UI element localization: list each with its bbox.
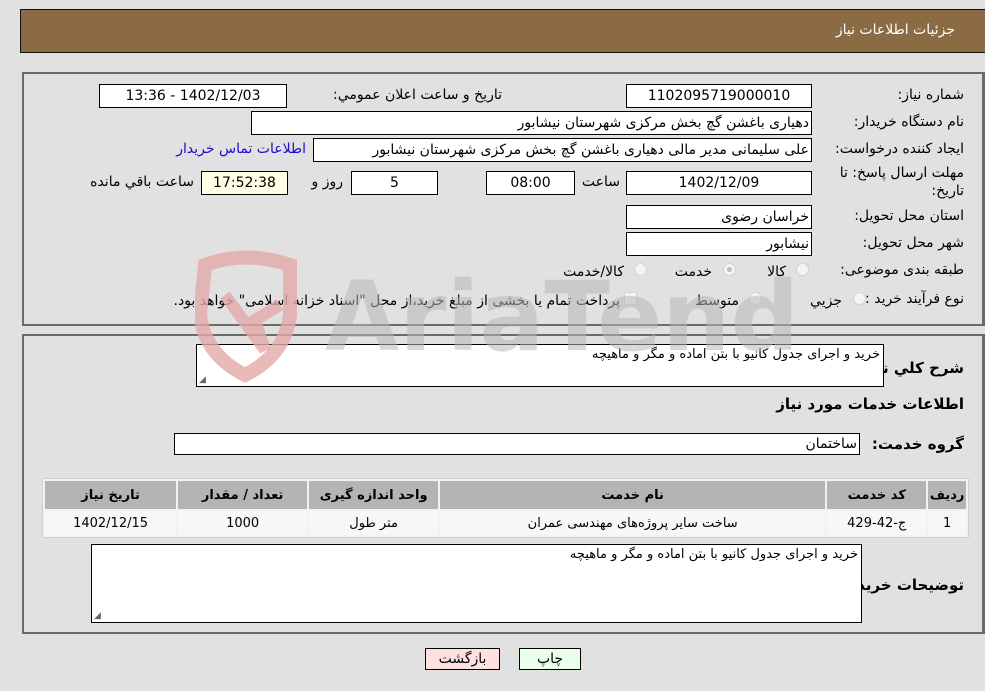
process-option-minor: جزيي <box>810 293 842 309</box>
need-info-panel: شماره نیاز: 1102095719000010 تاريخ و ساع… <box>22 72 985 326</box>
back-button[interactable]: بازگشت <box>425 648 500 670</box>
remaining-time-label: ساعت باقي مانده <box>90 174 194 190</box>
days-label: روز و <box>311 174 344 190</box>
col-header-quantity: تعداد / مقدار <box>178 481 308 509</box>
buyer-org-label: نام دستگاه خریدار: <box>853 114 964 130</box>
cell-service-code: ج-42-429 <box>827 511 927 535</box>
process-label: نوع فرآیند خرید : <box>865 291 964 307</box>
need-number-label: شماره نیاز: <box>897 87 965 103</box>
buyer-contact-link[interactable]: اطلاعات تماس خریدار <box>176 141 306 157</box>
service-group-field[interactable]: ساختمان <box>174 433 860 455</box>
deadline-time-field[interactable]: 08:00 <box>486 171 575 195</box>
deadline-time-label: ساعت <box>581 174 620 190</box>
buyer-notes-text: خرید و اجرای جدول کانیو با بتن اماده و م… <box>569 547 858 562</box>
col-header-date: تاریخ نیاز <box>45 481 177 509</box>
province-field[interactable]: خراسان رضوی <box>626 205 812 229</box>
col-header-name: نام خدمت <box>440 481 826 509</box>
province-label: استان محل تحویل: <box>854 208 964 224</box>
col-header-code: کد خدمت <box>827 481 927 509</box>
table-row: 1 ج-42-429 ساخت سایر پروژه‌های مهندسی عم… <box>45 511 966 535</box>
description-textarea[interactable]: خرید و اجرای جدول کانیو با بتن اماده و م… <box>196 344 884 387</box>
city-label: شهر محل تحویل: <box>862 235 964 251</box>
buyer-notes-textarea[interactable]: خرید و اجرای جدول کانیو با بتن اماده و م… <box>91 544 862 623</box>
services-table-header: ردیف کد خدمت نام خدمت واحد اندازه گیری ت… <box>45 481 966 509</box>
process-radio-medium[interactable] <box>749 292 762 305</box>
need-number-field[interactable]: 1102095719000010 <box>626 84 812 108</box>
print-button[interactable]: چاپ <box>519 648 581 670</box>
process-radio-minor[interactable] <box>853 292 866 305</box>
category-option-goods: کالا <box>767 264 786 280</box>
cell-need-date: 1402/12/15 <box>45 511 177 535</box>
need-details-panel: شرح كلي نياز: خرید و اجرای جدول کانیو با… <box>22 334 985 634</box>
cell-row-number: 1 <box>928 511 966 535</box>
cell-quantity: 1000 <box>178 511 308 535</box>
col-header-row: ردیف <box>928 481 966 509</box>
col-header-unit: واحد اندازه گیری <box>309 481 439 509</box>
description-text: خرید و اجرای جدول کانیو با بتن اماده و م… <box>591 347 880 362</box>
services-heading: اطلاعات خدمات مورد نیاز <box>776 395 964 413</box>
cell-service-name: ساخت سایر پروژه‌های مهندسی عمران <box>440 511 826 535</box>
category-label: طبقه بندی موضوعی: <box>840 262 964 278</box>
remaining-time-field[interactable]: 17:52:38 <box>201 171 288 195</box>
deadline-date-field[interactable]: 1402/12/09 <box>626 171 812 195</box>
creator-label: ایجاد کننده درخواست: <box>835 141 964 157</box>
category-option-goods-service: کالا/خدمت <box>563 264 624 280</box>
process-option-medium: متوسط <box>695 293 739 309</box>
cell-unit: متر طول <box>309 511 439 535</box>
announce-label: تاريخ و ساعت اعلان عمومي: <box>333 87 502 103</box>
page-title: جزئیات اطلاعات نیاز <box>835 22 955 38</box>
buyer-org-field[interactable]: دهیاری باغشن گچ بخش مرکزی شهرستان نیشابو… <box>251 111 812 135</box>
page-header: جزئیات اطلاعات نیاز <box>20 9 985 53</box>
category-radio-goods-service[interactable] <box>634 263 647 276</box>
deadline-label-line2: تاریخ: <box>931 183 964 199</box>
deadline-label-line1: مهلت ارسال پاسخ: تا <box>839 165 964 181</box>
city-field[interactable]: نیشابور <box>626 232 812 256</box>
category-option-service: خدمت <box>674 264 712 280</box>
treasury-checkbox[interactable] <box>624 292 637 305</box>
announce-datetime-field[interactable]: 1402/12/03 - 13:36 <box>99 84 287 108</box>
treasury-note: پرداخت تمام یا بخشی از مبلغ خرید،از محل … <box>173 293 620 309</box>
category-radio-service[interactable] <box>723 263 736 276</box>
services-table: ردیف کد خدمت نام خدمت واحد اندازه گیری ت… <box>42 478 969 538</box>
days-remaining-field[interactable]: 5 <box>351 171 438 195</box>
category-radio-goods[interactable] <box>796 263 809 276</box>
service-group-label: گروه خدمت: <box>871 435 964 453</box>
resize-grip-icon[interactable]: ◢ <box>199 375 206 385</box>
creator-field[interactable]: علی سلیمانی مدیر مالی دهیاری باغشن گچ بخ… <box>313 138 812 162</box>
resize-grip-icon[interactable]: ◢ <box>94 611 101 621</box>
